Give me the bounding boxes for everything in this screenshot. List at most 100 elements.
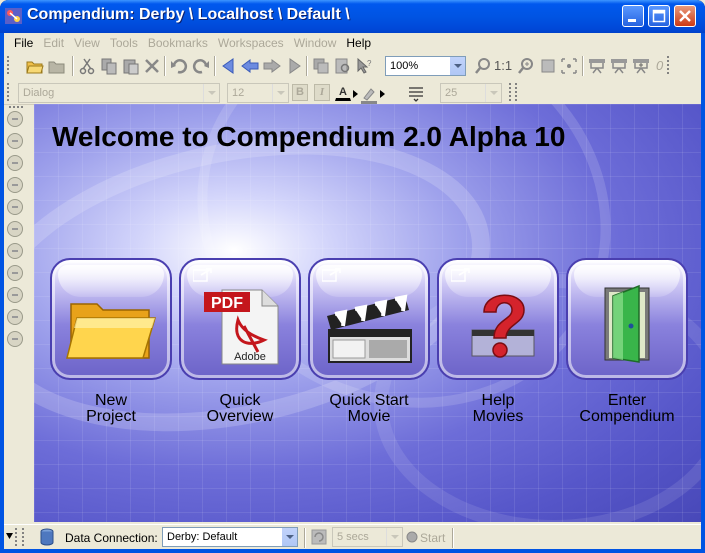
zoom-fit-icon[interactable]	[539, 57, 557, 75]
menu-edit[interactable]: Edit	[38, 36, 69, 50]
menu-help[interactable]: Help	[341, 36, 376, 50]
bold-button[interactable]: B	[292, 84, 308, 101]
highlight-color-icon[interactable]	[360, 86, 378, 104]
help-question-icon	[471, 294, 535, 358]
node-con-icon[interactable]	[7, 221, 23, 237]
data-connection-select[interactable]: Derby: Default	[162, 527, 298, 547]
welcome-canvas: Welcome to Compendium 2.0 Alpha 10 PDF A…	[34, 104, 701, 522]
tile-label-line: New	[94, 392, 127, 409]
quick-overview-tile[interactable]: PDF Adobe	[179, 258, 301, 380]
chevron-down-icon[interactable]	[272, 84, 288, 102]
italic-button[interactable]: I	[314, 84, 330, 101]
help-movies-tile[interactable]	[437, 258, 559, 380]
svg-text:?: ?	[367, 59, 372, 68]
quick-start-movie-label[interactable]: Quick Start Movie	[304, 393, 434, 425]
minimize-button[interactable]	[622, 5, 644, 27]
tile-label-line: Quick	[219, 392, 261, 409]
search-document-icon[interactable]	[334, 57, 352, 75]
refresh-icon[interactable]	[310, 528, 328, 546]
text-color-button[interactable]: A	[335, 84, 351, 101]
forward-double-arrow-icon[interactable]	[263, 57, 281, 75]
menu-bar: File Edit View Tools Bookmarks Workspace…	[4, 33, 701, 53]
close-button[interactable]	[674, 5, 696, 27]
menu-window[interactable]: Window	[289, 36, 342, 50]
enter-compendium-label[interactable]: Enter Compendium	[562, 393, 692, 425]
record-icon	[406, 531, 418, 543]
external-link-icon	[193, 268, 212, 282]
node-argument-icon[interactable]	[7, 309, 23, 325]
node-question-icon[interactable]	[7, 111, 23, 127]
map-copy-icon[interactable]	[312, 57, 330, 75]
database-icon	[40, 528, 54, 546]
close-project-icon[interactable]	[48, 57, 66, 75]
chevron-right-icon[interactable]	[353, 90, 358, 98]
title-bar[interactable]: Compendium: Derby \ Localhost \ Default …	[0, 0, 705, 33]
presentation-next-icon[interactable]	[610, 57, 628, 75]
zoom-focus-icon[interactable]	[560, 57, 578, 75]
node-decision-icon[interactable]	[7, 265, 23, 281]
node-reference-icon[interactable]	[7, 243, 23, 259]
undo-icon[interactable]	[170, 57, 188, 75]
back-arrow-icon[interactable]	[220, 57, 238, 75]
presentation-add-icon[interactable]	[632, 57, 650, 75]
help-pointer-icon[interactable]: ?	[355, 57, 373, 75]
triangle-down-icon[interactable]	[6, 533, 13, 540]
paste-icon[interactable]	[122, 57, 140, 75]
chevron-down-icon[interactable]	[386, 528, 402, 546]
menu-view[interactable]: View	[69, 36, 105, 50]
zoom-one-to-one-button[interactable]: 1:1	[494, 58, 512, 73]
presentation-icon[interactable]	[588, 57, 606, 75]
new-project-label[interactable]: New Project	[46, 393, 176, 425]
toolbar-grip[interactable]	[666, 55, 671, 75]
zoom-in-icon[interactable]	[517, 57, 535, 75]
forward-arrow-icon[interactable]	[285, 57, 303, 75]
node-pro-icon[interactable]	[7, 199, 23, 215]
copy-icon[interactable]	[100, 57, 118, 75]
maximize-button[interactable]	[648, 5, 670, 27]
toolbar-grip[interactable]	[6, 82, 11, 102]
open-folder-icon[interactable]	[26, 57, 44, 75]
node-list-icon[interactable]	[7, 177, 23, 193]
chevron-down-icon[interactable]	[449, 57, 465, 75]
toolbar-grip[interactable]	[21, 527, 26, 547]
node-link-icon[interactable]	[7, 331, 23, 347]
font-family-select[interactable]: Dialog	[18, 83, 220, 103]
cut-icon[interactable]	[78, 57, 96, 75]
zoom-out-icon[interactable]	[474, 57, 492, 75]
delete-icon[interactable]	[143, 57, 161, 75]
quick-overview-label[interactable]: Quick Overview	[175, 393, 305, 425]
window-frame-right	[701, 33, 705, 553]
toolbar-grip[interactable]	[508, 82, 513, 102]
node-map-icon[interactable]	[7, 155, 23, 171]
menu-bookmarks[interactable]: Bookmarks	[143, 36, 213, 50]
quick-start-movie-tile[interactable]	[308, 258, 430, 380]
chevron-down-icon[interactable]	[281, 528, 297, 546]
node-note-icon[interactable]	[7, 287, 23, 303]
menu-tools[interactable]: Tools	[105, 36, 143, 50]
toolbar-grip[interactable]	[514, 82, 519, 102]
menu-workspaces[interactable]: Workspaces	[213, 36, 289, 50]
zoom-select[interactable]: 100%	[385, 56, 466, 76]
chevron-down-icon[interactable]	[203, 84, 219, 102]
font-size-select[interactable]: 12	[227, 83, 289, 103]
chevron-right-icon[interactable]	[380, 90, 385, 98]
enter-compendium-tile[interactable]	[566, 258, 688, 380]
refresh-interval-select[interactable]: 5 secs	[332, 527, 403, 547]
new-project-tile[interactable]	[50, 258, 172, 380]
line-spacing-select[interactable]: 25	[440, 83, 502, 103]
chevron-down-icon[interactable]	[485, 84, 501, 102]
menu-file[interactable]: File	[9, 36, 38, 50]
app-window: Compendium: Derby \ Localhost \ Default …	[0, 0, 705, 553]
toolbar-grip[interactable]	[6, 55, 11, 75]
toolbar-separator	[306, 56, 308, 76]
toolbar-grip[interactable]	[8, 105, 24, 110]
line-spacing-icon[interactable]	[407, 84, 425, 102]
back-double-arrow-icon[interactable]	[241, 57, 259, 75]
redo-icon[interactable]	[192, 57, 210, 75]
toolbar-grip[interactable]	[14, 527, 19, 547]
start-button[interactable]: Start	[420, 531, 445, 545]
help-movies-label[interactable]: Help Movies	[433, 393, 563, 425]
tile-label-line: Compendium	[579, 408, 675, 425]
data-connection-label: Data Connection:	[65, 531, 158, 545]
node-answer-icon[interactable]	[7, 133, 23, 149]
